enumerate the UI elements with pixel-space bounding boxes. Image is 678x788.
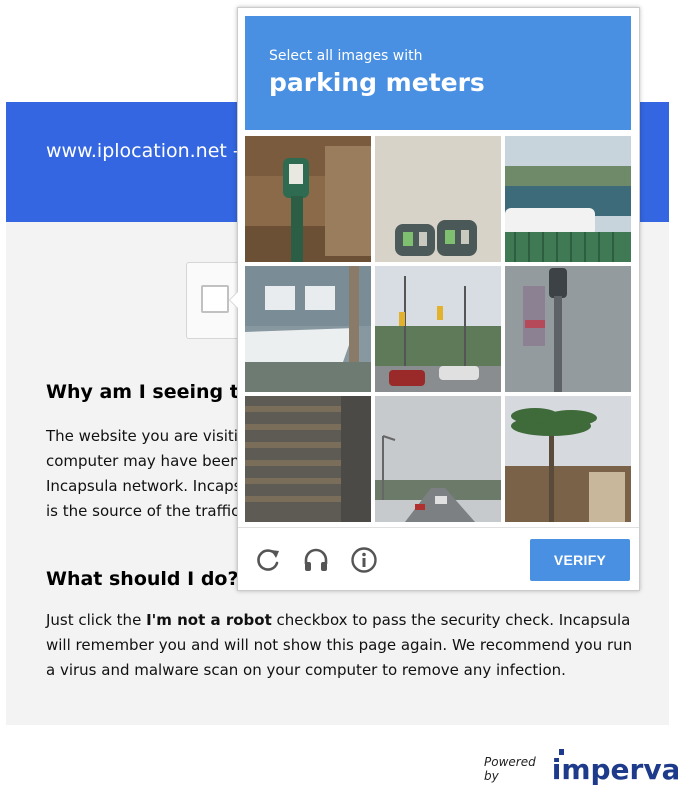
reload-icon[interactable] — [254, 546, 282, 574]
headphones-icon[interactable] — [302, 546, 330, 574]
tile-4-image — [245, 266, 371, 392]
captcha-toolbar: VERIFY — [238, 527, 639, 591]
tile-5[interactable] — [375, 266, 501, 392]
tile-2-image — [375, 136, 501, 262]
tile-8[interactable] — [375, 396, 501, 522]
robot-emphasis: I'm not a robot — [146, 611, 272, 629]
tile-7-image — [245, 396, 371, 522]
footer: Powered by imperva — [484, 748, 678, 786]
logo-dot — [558, 748, 564, 755]
prompt-instruction: Select all images with — [269, 48, 423, 64]
tile-3-image — [505, 136, 631, 262]
tile-6[interactable] — [505, 266, 631, 392]
tile-2[interactable] — [375, 136, 501, 262]
tile-3[interactable] — [505, 136, 631, 262]
info-icon[interactable] — [350, 546, 378, 574]
tile-5-image — [375, 266, 501, 392]
verify-button[interactable]: VERIFY — [530, 539, 630, 581]
not-a-robot-checkbox[interactable] — [201, 285, 229, 313]
tile-8-image — [375, 396, 501, 522]
challenge-prompt: Select all images with parking meters — [245, 16, 631, 130]
popup-arrow — [229, 291, 238, 309]
tile-1-image — [245, 136, 371, 262]
imperva-logo: imperva — [552, 748, 678, 786]
tile-6-image — [505, 266, 631, 392]
captcha-challenge-popup: Select all images with parking meters VE… — [229, 7, 640, 591]
section-text-what: Just click the I'm not a robot checkbox … — [46, 611, 633, 679]
tile-7[interactable] — [245, 396, 371, 522]
powered-by-text: Powered by — [484, 755, 536, 783]
tile-1[interactable] — [245, 136, 371, 262]
prompt-target: parking meters — [269, 68, 485, 97]
image-grid — [245, 136, 631, 522]
tile-4[interactable] — [245, 266, 371, 392]
tile-9[interactable] — [505, 396, 631, 522]
tile-9-image — [505, 396, 631, 522]
section-heading-what: What should I do? — [46, 568, 239, 590]
